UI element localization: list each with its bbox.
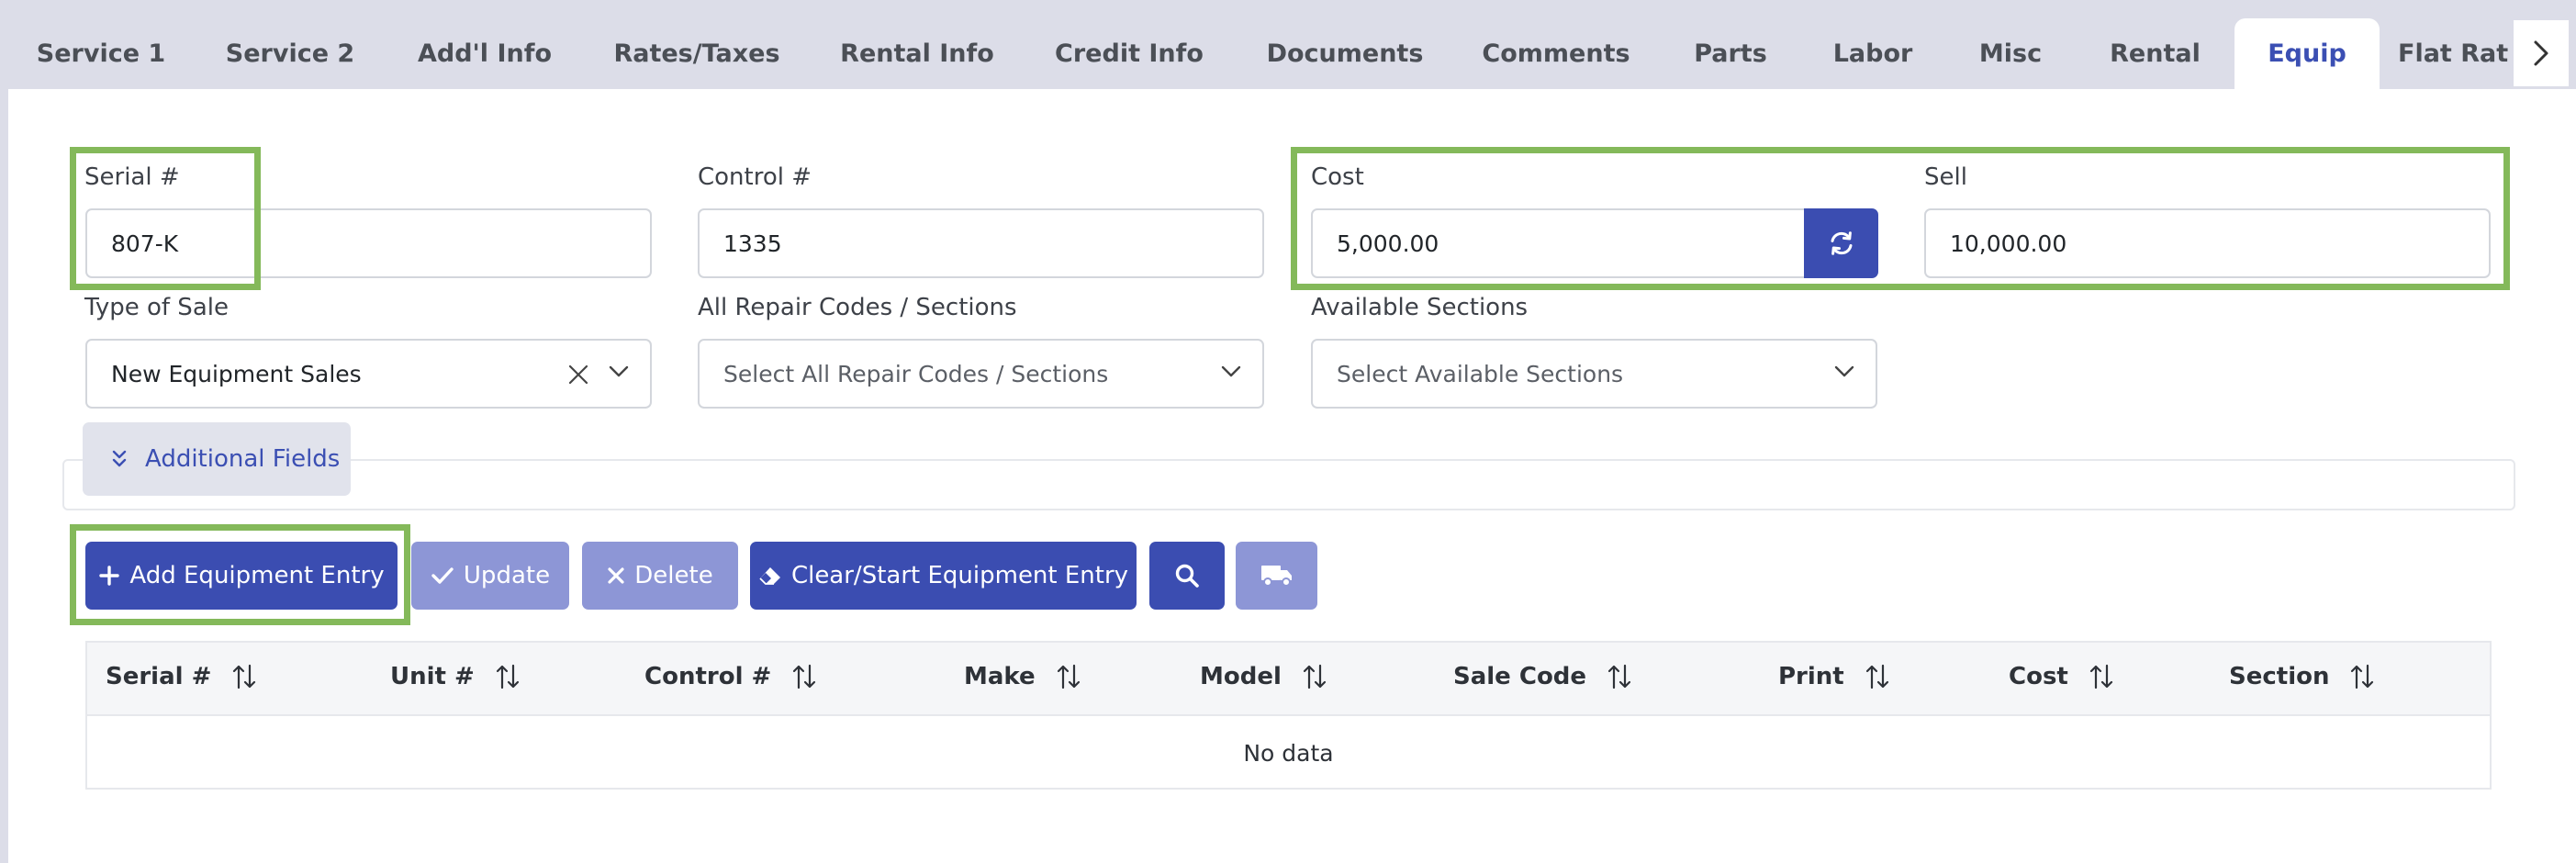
tab-credit-info[interactable]: Credit Info (1037, 18, 1221, 89)
type-of-sale-value: New Equipment Sales (111, 360, 362, 387)
column-header-cost[interactable]: Cost (2009, 663, 2114, 690)
sort-icon (793, 664, 816, 689)
column-header-label: Make (964, 663, 1036, 690)
chevron-down-icon (1834, 365, 1854, 377)
equipment-table: Serial # Unit # Control # Make Model Sal… (85, 641, 2492, 790)
tab-service-2[interactable]: Service 2 (207, 18, 374, 89)
column-header-make[interactable]: Make (964, 663, 1081, 690)
column-header-print[interactable]: Print (1778, 663, 1890, 690)
column-header-label: Cost (2009, 663, 2068, 690)
highlight-serial-box (70, 147, 261, 290)
tab-comments[interactable]: Comments (1469, 18, 1643, 89)
truck-button[interactable] (1236, 542, 1317, 610)
column-header-sale-code[interactable]: Sale Code (1453, 663, 1632, 690)
tab-documents[interactable]: Documents (1253, 18, 1437, 89)
additional-fields-panel (62, 459, 2515, 510)
sort-icon (1303, 664, 1327, 689)
tab-misc[interactable]: Misc (1955, 18, 2066, 89)
repair-codes-select[interactable]: Select All Repair Codes / Sections (698, 339, 1264, 409)
column-header-serial[interactable]: Serial # (106, 663, 257, 690)
tab-scroll-right-button[interactable] (2514, 20, 2569, 86)
tab-equip[interactable]: Equip (2234, 18, 2380, 89)
column-header-section[interactable]: Section (2229, 663, 2375, 690)
column-header-label: Serial # (106, 663, 212, 690)
column-header-label: Control # (644, 663, 772, 690)
tab-bar: Service 1 Service 2 Add'l Info Rates/Tax… (0, 0, 2576, 89)
truck-icon (1260, 566, 1292, 587)
column-header-unit[interactable]: Unit # (390, 663, 521, 690)
repair-codes-label: All Repair Codes / Sections (698, 294, 1017, 321)
clear-start-equipment-entry-button[interactable]: Clear/Start Equipment Entry (750, 542, 1137, 610)
panel-left-border (0, 89, 8, 863)
tab-rental[interactable]: Rental (2089, 18, 2222, 89)
available-sections-label: Available Sections (1311, 294, 1529, 321)
table-header: Serial # Unit # Control # Make Model Sal… (87, 643, 2490, 716)
tab-labor[interactable]: Labor (1813, 18, 1932, 89)
chevron-right-icon (2534, 40, 2548, 66)
sort-icon (1607, 664, 1631, 689)
control-input[interactable]: 1335 (698, 208, 1264, 278)
sort-icon (1057, 664, 1080, 689)
check-icon (431, 567, 454, 584)
chevrons-down-icon (112, 450, 127, 467)
available-sections-select[interactable]: Select Available Sections (1311, 339, 1877, 409)
available-sections-placeholder: Select Available Sections (1337, 360, 1624, 387)
clear-icon[interactable] (566, 363, 590, 387)
highlight-add-button-box (70, 524, 410, 625)
column-header-model[interactable]: Model (1200, 663, 1327, 690)
tab-parts[interactable]: Parts (1666, 18, 1795, 89)
delete-label: Delete (634, 562, 713, 589)
column-header-label: Unit # (390, 663, 475, 690)
type-of-sale-label: Type of Sale (84, 294, 229, 321)
column-header-label: Section (2229, 663, 2330, 690)
tab-rental-info[interactable]: Rental Info (824, 18, 1010, 89)
table-empty-message: No data (1243, 739, 1334, 767)
tab-addl-info[interactable]: Add'l Info (402, 18, 567, 89)
sort-icon (496, 664, 519, 689)
tab-rates-taxes[interactable]: Rates/Taxes (597, 18, 797, 89)
delete-button[interactable]: Delete (582, 542, 738, 610)
column-header-label: Model (1200, 663, 1282, 690)
tab-flat-rate[interactable]: Flat Rat (2398, 18, 2517, 89)
search-button[interactable] (1149, 542, 1225, 610)
update-label: Update (463, 562, 551, 589)
control-label: Control # (698, 163, 812, 191)
clear-start-label: Clear/Start Equipment Entry (790, 562, 1129, 589)
column-header-label: Sale Code (1453, 663, 1587, 690)
chevron-down-icon (1221, 365, 1241, 377)
column-header-label: Print (1778, 663, 1844, 690)
repair-codes-placeholder: Select All Repair Codes / Sections (723, 360, 1109, 387)
sort-icon (1865, 664, 1888, 689)
type-of-sale-select[interactable]: New Equipment Sales (85, 339, 652, 409)
eraser-icon (759, 567, 780, 585)
column-header-control[interactable]: Control # (644, 663, 817, 690)
sort-icon (2089, 664, 2112, 689)
search-icon (1175, 564, 1199, 588)
additional-fields-toggle[interactable]: Additional Fields (83, 422, 351, 496)
chevron-down-icon (609, 365, 629, 377)
tab-service-1[interactable]: Service 1 (18, 18, 184, 89)
x-icon (608, 567, 624, 584)
highlight-cost-sell-box (1291, 147, 2510, 290)
sort-icon (2351, 664, 2374, 689)
sort-icon (233, 664, 256, 689)
update-button[interactable]: Update (411, 542, 569, 610)
additional-fields-label: Additional Fields (145, 445, 341, 473)
